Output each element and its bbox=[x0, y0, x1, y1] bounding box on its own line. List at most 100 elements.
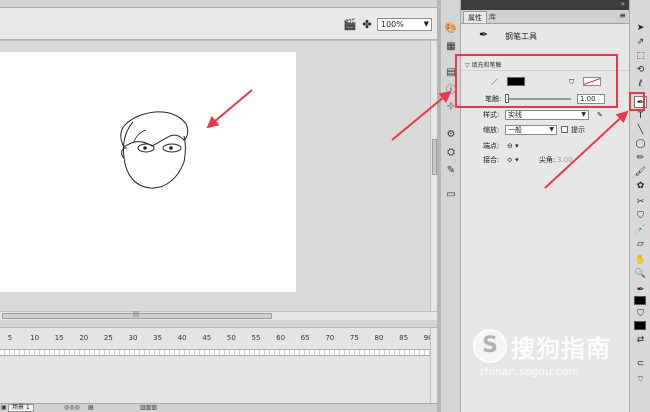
edit-symbol-icon[interactable]: ✤ bbox=[360, 18, 374, 32]
scale-label: 缩放: bbox=[483, 126, 500, 134]
collapse-icon[interactable]: » bbox=[621, 0, 625, 8]
code-snippets-icon[interactable]: ⚙ bbox=[444, 128, 458, 142]
ruler-tick-label: 50 bbox=[226, 334, 236, 342]
timeline-vertical-scrollbar[interactable] bbox=[430, 328, 437, 412]
3d-rotation-tool-icon[interactable]: ⟲ bbox=[634, 64, 647, 76]
style-row: 样式: 实线 ▼ ✎ bbox=[461, 108, 629, 122]
ruler-tick-label: 55 bbox=[251, 334, 261, 342]
brush-tool-icon[interactable]: 🖌 bbox=[634, 166, 647, 178]
join-row: 接合: ≎ ▾ 尖角: 3.00 bbox=[461, 153, 629, 167]
miter-value[interactable]: 3.00 bbox=[557, 153, 573, 167]
edit-stroke-style-icon[interactable]: ✎ bbox=[597, 108, 603, 122]
history-panel-icon[interactable]: ▭ bbox=[444, 188, 458, 202]
panel-tabs: 属性 库 ≡ bbox=[461, 10, 629, 24]
cap-row: 端点: ⊖ ▾ bbox=[461, 139, 629, 153]
scale-row: 缩放: 一般 ▼ 提示 bbox=[461, 123, 629, 137]
free-transform-tool-icon[interactable]: ⬚ bbox=[634, 50, 647, 62]
oval-tool-icon[interactable]: ◯ bbox=[634, 138, 647, 150]
timeline-header bbox=[0, 320, 437, 328]
frame-rate-icon: ▥▥▥ bbox=[140, 404, 158, 411]
text-tool-icon[interactable]: T bbox=[634, 110, 647, 122]
swatches-panel-icon[interactable]: ▦ bbox=[444, 40, 458, 54]
edit-scene-icon[interactable]: 🎬 bbox=[343, 18, 357, 32]
sogou-logo: S bbox=[473, 329, 507, 363]
zoom-value: 100% bbox=[381, 20, 404, 29]
onion-skin-icon[interactable]: ◎◎◎ bbox=[64, 404, 80, 412]
style-label: 样式: bbox=[483, 111, 500, 119]
ruler-tick-label: 35 bbox=[153, 334, 163, 342]
selection-tool-icon[interactable]: ➤ bbox=[634, 22, 647, 34]
edit-frames-icon[interactable]: ▤ bbox=[88, 404, 94, 412]
tool-header: ✒ 钢笔工具 bbox=[461, 24, 629, 48]
miter-label: 尖角: bbox=[539, 156, 556, 164]
pasteboard[interactable] bbox=[0, 41, 430, 311]
pen-tool-icon: ✒ bbox=[479, 28, 489, 41]
ruler-tick-label: 70 bbox=[325, 334, 335, 342]
style-select[interactable]: 实线 ▼ bbox=[505, 110, 589, 120]
hand-tool-icon[interactable]: ✋ bbox=[634, 254, 647, 266]
edit-bar: 🎬 ✤ 100% ▼ bbox=[0, 8, 437, 40]
fill-color-icon: ⛉ bbox=[637, 309, 644, 319]
eyedropper-tool-icon[interactable]: 💉 bbox=[634, 224, 647, 236]
stage-vertical-scrollbar[interactable] bbox=[430, 41, 437, 311]
scene-tab[interactable]: 场景 1 bbox=[8, 404, 34, 412]
watermark-url: zhinan.sogou.com bbox=[479, 365, 580, 378]
ruler-tick-label: 85 bbox=[399, 334, 409, 342]
cap-label: 端点: bbox=[483, 142, 500, 150]
components-panel-icon[interactable]: ⛭ bbox=[444, 146, 458, 160]
zoom-tool-icon[interactable]: 🔍 bbox=[634, 268, 647, 280]
deco-tool-icon[interactable]: ✿ bbox=[634, 180, 647, 192]
ruler-tick-label: 75 bbox=[349, 334, 359, 342]
zoom-select[interactable]: 100% ▼ bbox=[377, 18, 432, 31]
scrollbar-thumb[interactable]: ||| bbox=[2, 311, 272, 319]
timeline-panel: 5 10 15 20 25 30 35 40 45 50 55 60 65 70 75 80 85 90 ▣ 场景… bbox=[0, 320, 437, 412]
tab-properties[interactable]: 属性 bbox=[463, 11, 487, 23]
cap-select[interactable]: ⊖ ▾ bbox=[507, 139, 519, 153]
ruler-tick-label: 25 bbox=[103, 334, 113, 342]
grip-icon: ||| bbox=[133, 311, 140, 318]
panel-menu-icon[interactable]: ≡ bbox=[619, 11, 626, 20]
watermark: S 搜狗指南 zhinan.sogou.com bbox=[473, 323, 643, 383]
ruler-tick-label: 40 bbox=[177, 334, 187, 342]
ruler-tick-label: 20 bbox=[79, 334, 89, 342]
ruler-tick-label: 5 bbox=[7, 334, 13, 342]
eraser-tool-icon[interactable]: ▱ bbox=[634, 238, 647, 250]
hint-checkbox[interactable] bbox=[561, 126, 568, 133]
hint-label: 提示 bbox=[571, 126, 585, 134]
bone-tool-icon[interactable]: ✂ bbox=[634, 196, 647, 208]
stage-canvas[interactable] bbox=[0, 52, 296, 292]
frame-row[interactable] bbox=[0, 349, 430, 356]
chevron-down-icon: ▼ bbox=[549, 126, 554, 133]
scale-value: 一般 bbox=[508, 126, 522, 134]
ruler-tick-label: 60 bbox=[276, 334, 286, 342]
lasso-tool-icon[interactable]: ℓ bbox=[634, 78, 647, 90]
layer-icon[interactable]: ▣ bbox=[1, 404, 7, 412]
join-select[interactable]: ≎ ▾ bbox=[507, 153, 519, 167]
tab-library[interactable]: 库 bbox=[485, 11, 500, 23]
chevron-down-icon: ▼ bbox=[581, 111, 586, 118]
scene-label: 场景 1 bbox=[12, 404, 30, 411]
motion-presets-icon[interactable]: ✎ bbox=[444, 164, 458, 178]
pencil-tool-icon[interactable]: ✏ bbox=[634, 152, 647, 164]
stage-horizontal-scrollbar[interactable]: ||| bbox=[0, 311, 437, 320]
color-panel-icon[interactable]: 🎨 bbox=[444, 22, 458, 36]
subselection-tool-icon[interactable]: ⇗ bbox=[634, 36, 647, 48]
highlight-pen-tool bbox=[629, 92, 645, 111]
ruler-tick-label: 80 bbox=[374, 334, 384, 342]
panel-title-bar: » bbox=[461, 0, 629, 10]
timeline-footer: ▣ 场景 1 ◎◎◎ ▤ ▥▥▥ bbox=[0, 403, 437, 412]
chevron-down-icon: ▼ bbox=[423, 20, 429, 28]
ruler-tick-label: 30 bbox=[128, 334, 138, 342]
tool-name: 钢笔工具 bbox=[505, 32, 537, 41]
stroke-color-icon: ✒ bbox=[636, 285, 645, 295]
scale-select[interactable]: 一般 ▼ bbox=[505, 125, 557, 135]
ruler-tick-label: 65 bbox=[300, 334, 310, 342]
ruler-tick-label: 15 bbox=[54, 334, 64, 342]
watermark-title: 搜狗指南 bbox=[511, 335, 611, 363]
paint-bucket-tool-icon[interactable]: ⛉ bbox=[634, 210, 647, 222]
line-tool-icon[interactable]: ╲ bbox=[634, 124, 647, 136]
style-value: 实线 bbox=[508, 111, 522, 119]
join-label: 接合: bbox=[483, 156, 500, 164]
stroke-color-swatch[interactable] bbox=[634, 296, 646, 305]
ruler-tick-label: 10 bbox=[30, 334, 40, 342]
